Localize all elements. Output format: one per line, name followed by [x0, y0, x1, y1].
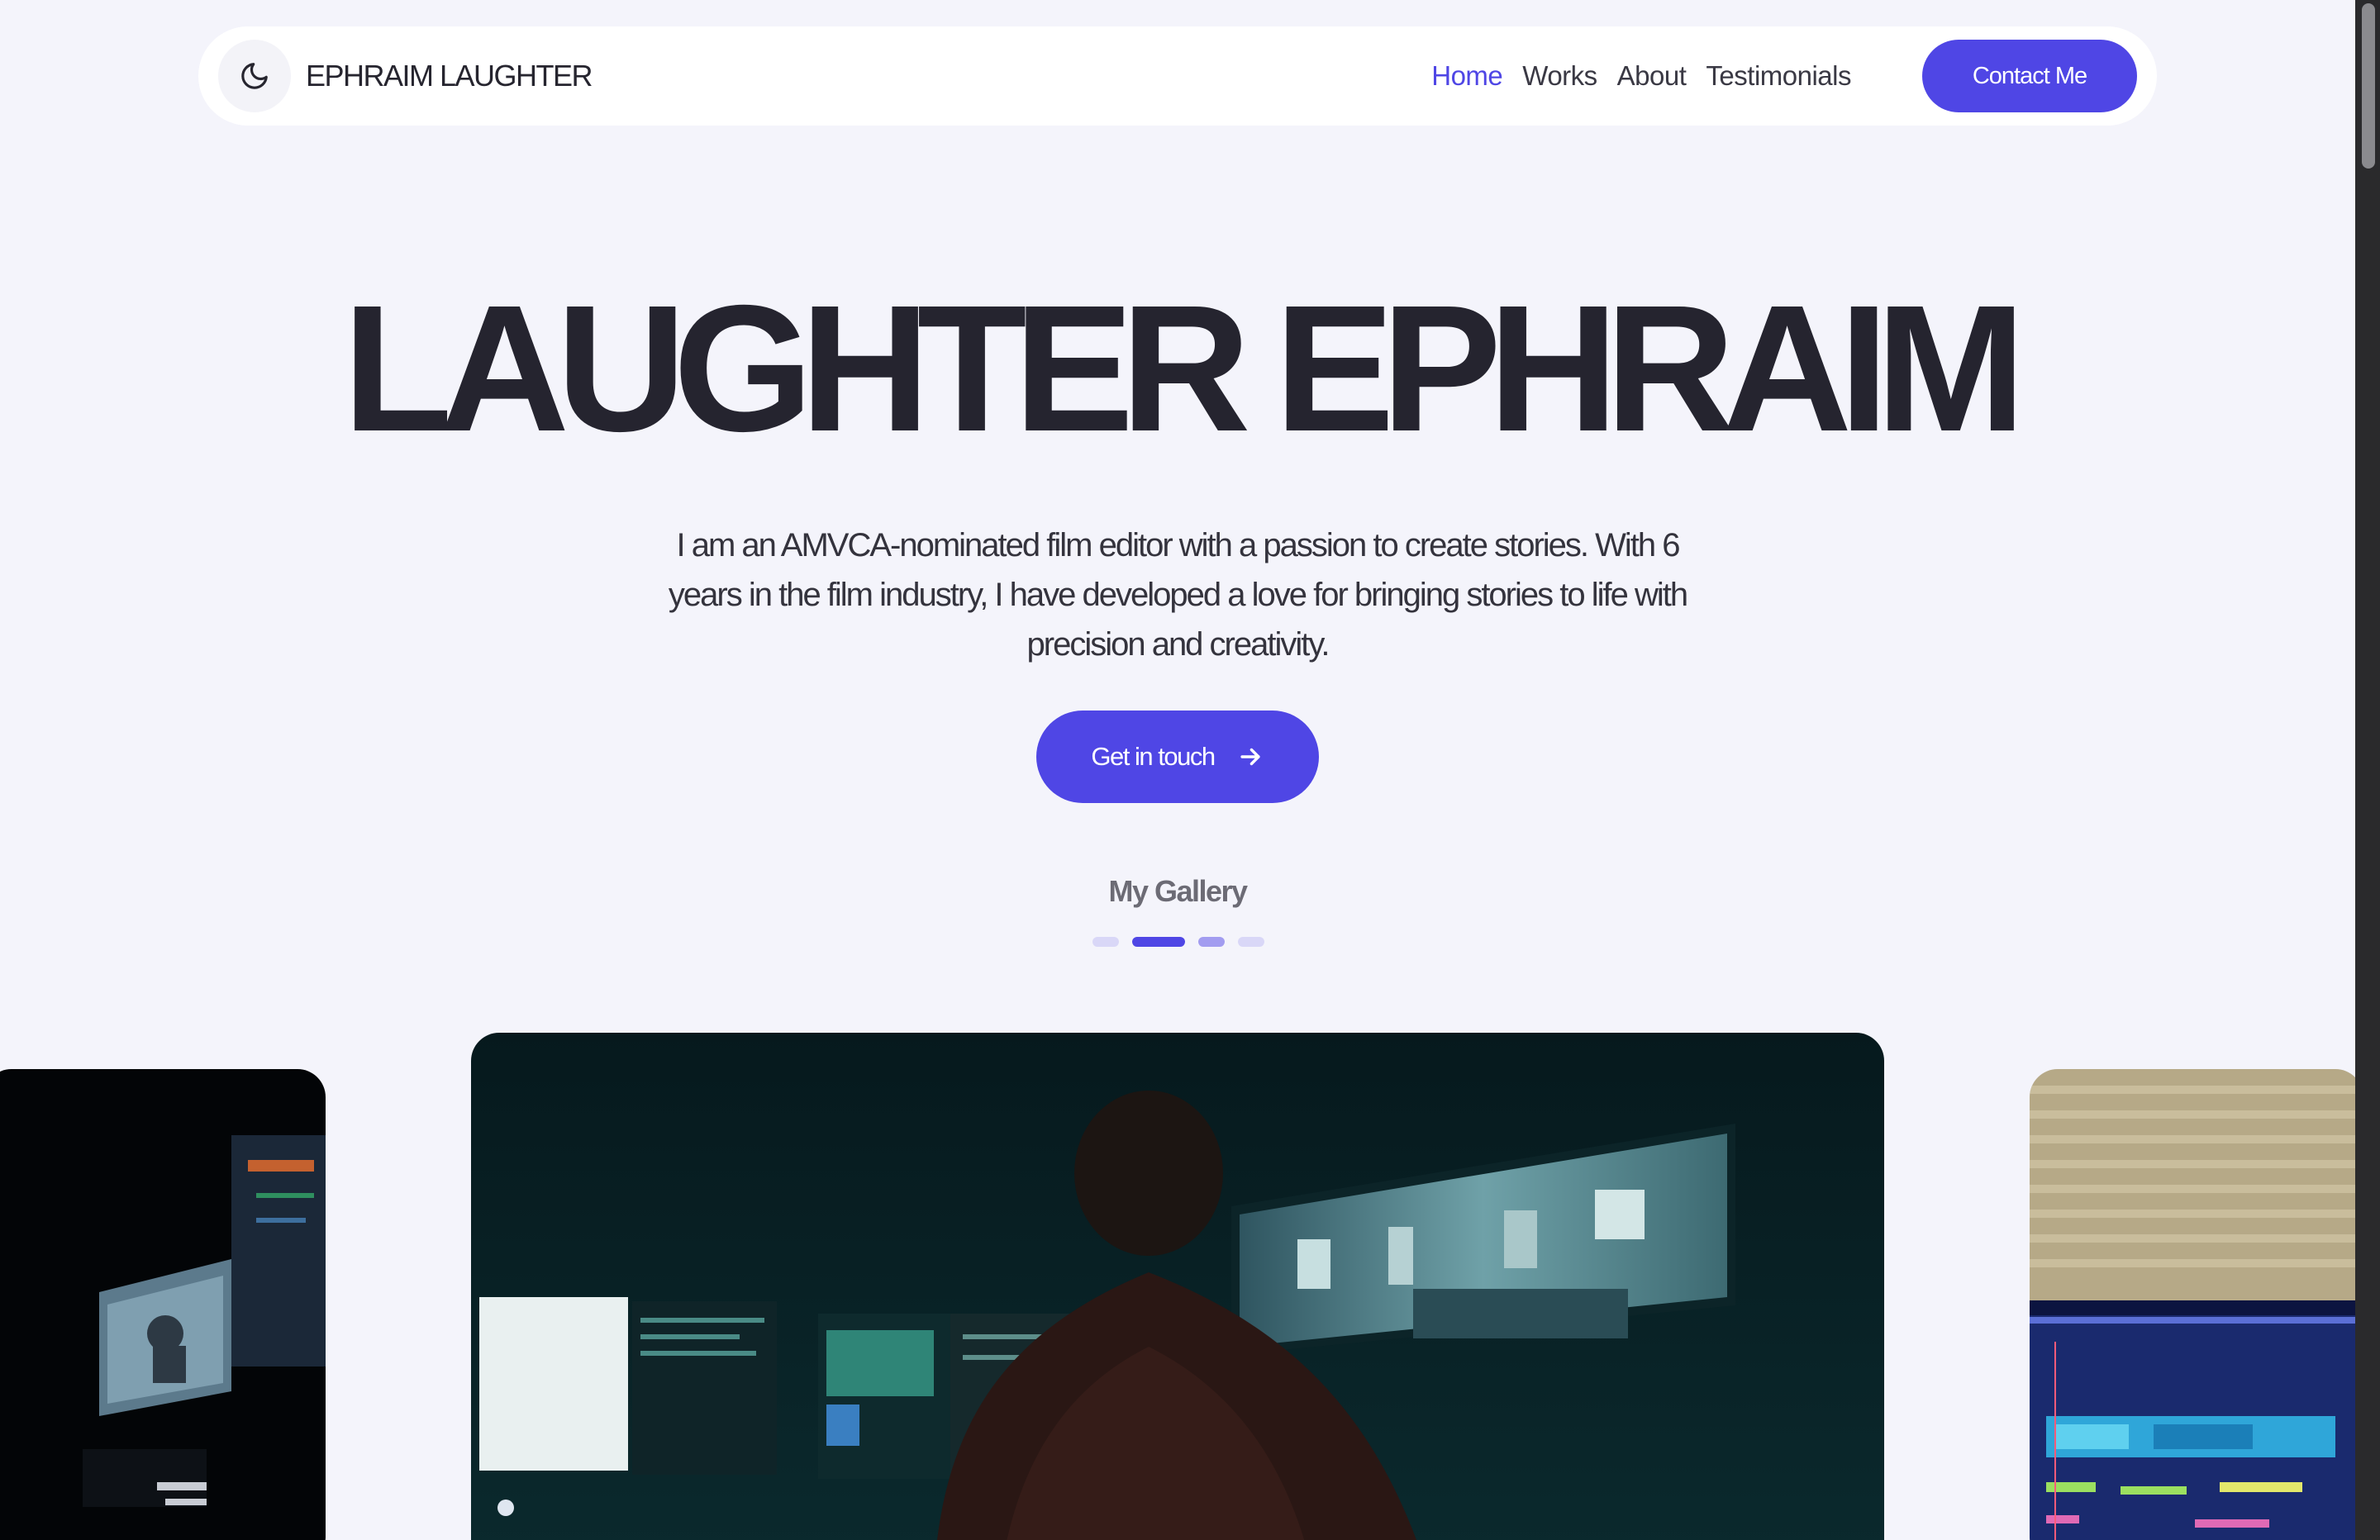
- theme-toggle-button[interactable]: [218, 40, 291, 112]
- gallery-dot[interactable]: [1092, 937, 1119, 947]
- hero-title: LAUGHTER EPHRAIM: [342, 269, 2026, 469]
- gallery-image-editor-workstation[interactable]: [471, 1033, 1884, 1540]
- nav-link-about[interactable]: About: [1617, 60, 1687, 92]
- nav-link-testimonials[interactable]: Testimonials: [1706, 60, 1851, 92]
- moon-icon: [241, 63, 268, 89]
- get-in-touch-button[interactable]: Get in touch: [1036, 711, 1319, 803]
- navbar: EPHRAIM LAUGHTER Home Works About Testim…: [198, 26, 2157, 126]
- arrow-right-icon: [1240, 748, 1260, 766]
- nav-link-home[interactable]: Home: [1431, 60, 1503, 92]
- gallery-image-editing-suite[interactable]: [0, 1069, 326, 1540]
- gallery-title: My Gallery: [1108, 874, 1248, 908]
- gallery-pagination: [1092, 937, 1264, 947]
- scrollbar-thumb[interactable]: [2362, 3, 2375, 169]
- nav-links: Home Works About Testimonials Contact Me: [1431, 40, 2137, 112]
- hero-description: I am an AMVCA-nominated film editor with…: [668, 527, 1688, 663]
- gallery-image-daw-timeline[interactable]: [2030, 1069, 2363, 1540]
- page: EPHRAIM LAUGHTER Home Works About Testim…: [0, 0, 2380, 1540]
- nav-link-works[interactable]: Works: [1522, 60, 1597, 92]
- get-in-touch-label: Get in touch: [1091, 742, 1216, 771]
- gallery-dot[interactable]: [1198, 937, 1225, 947]
- brand-name[interactable]: EPHRAIM LAUGHTER: [306, 59, 593, 93]
- page-scrollbar[interactable]: [2355, 0, 2380, 1540]
- gallery-dot-active[interactable]: [1132, 937, 1185, 947]
- contact-me-button[interactable]: Contact Me: [1922, 40, 2137, 112]
- gallery-dot[interactable]: [1238, 937, 1264, 947]
